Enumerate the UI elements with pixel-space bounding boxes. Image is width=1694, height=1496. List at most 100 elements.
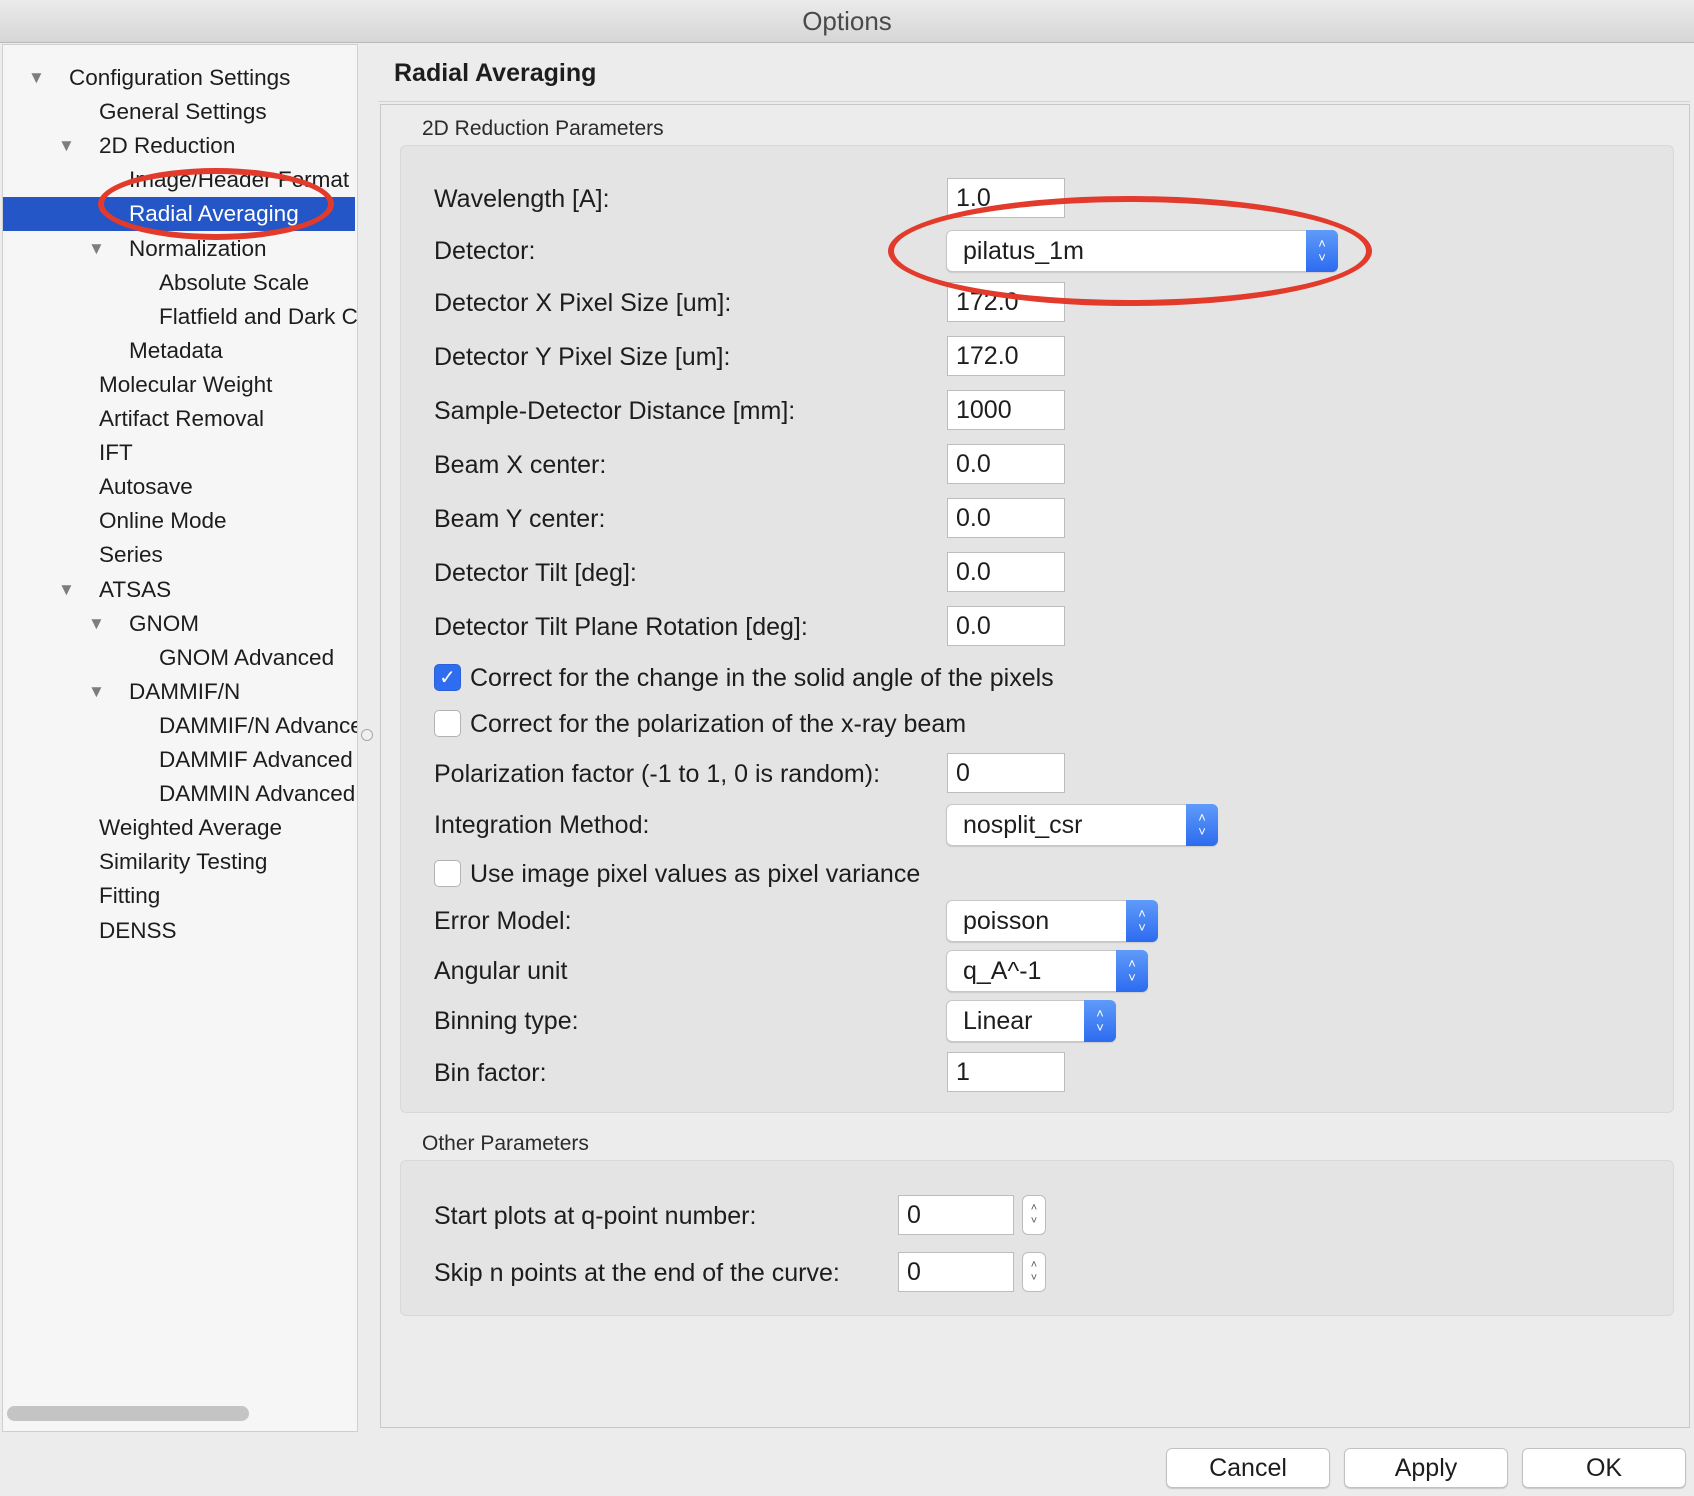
sidebar-item[interactable]: Similarity Testing [3,845,357,879]
annotation-ellipse-sidebar [98,168,334,240]
sidebar-item[interactable]: DAMMIN Advanced [3,777,357,811]
sidebar-item-label: Configuration Settings [69,65,291,90]
sidebar-item-label: Molecular Weight [99,371,273,397]
sidebar-item-label: Weighted Average [99,815,283,841]
binning-type-value: Linear [963,1007,1033,1035]
sidebar-item[interactable]: Artifact Removal [3,402,357,436]
error-model-value: poisson [963,907,1050,935]
integration-value: nosplit_csr [963,811,1083,839]
polarization-checkbox[interactable] [434,710,461,737]
apply-button[interactable]: Apply [1344,1448,1508,1488]
sidebar-item-label: General Settings [99,99,267,125]
sidebar-item-label: Artifact Removal [99,406,265,431]
angular-unit-label: Angular unit [434,957,568,985]
chevron-up-down-icon: ˄ ˅ [1186,804,1218,846]
angular-unit-value: q_A^-1 [963,957,1042,985]
annotation-ellipse-detector [888,196,1372,306]
sidebar-item[interactable]: ▼ GNOM [3,607,357,641]
sidebar-item[interactable]: DAMMIF/N Advanced [3,709,357,743]
bin-factor-input[interactable] [947,1052,1065,1092]
error-model-label: Error Model: [434,907,572,935]
sidebar-item[interactable]: Online Mode [3,504,357,538]
sidebar-item-label: GNOM Advanced [159,644,335,670]
sidebar-item[interactable]: Fitting [3,879,357,913]
reduction-group-title: 2D Reduction Parameters [422,117,664,140]
solid-angle-label[interactable]: Correct for the change in the solid angl… [470,661,1054,695]
distance-label: Sample-Detector Distance [mm]: [434,397,796,425]
chevron-up-down-icon: ˄ ˅ [1084,1000,1116,1042]
sidebar-item-label: DAMMIF Advanced [159,747,353,772]
sidebar-item[interactable]: Molecular Weight [3,368,357,402]
sidebar-item-label: Similarity Testing [99,849,268,875]
sidebar-item-label: IFT [99,440,133,466]
angular-unit-select[interactable]: q_A^-1 ˄ ˅ [946,950,1148,992]
disclosure-triangle-icon[interactable]: ▼ [58,129,75,163]
sidebar-item[interactable]: Metadata [3,334,357,368]
start-q-label: Start plots at q-point number: [434,1202,757,1230]
wavelength-label: Wavelength [A]: [434,185,610,213]
tilt-input[interactable] [947,552,1065,592]
binning-type-select[interactable]: Linear ˄ ˅ [946,1000,1116,1042]
sidebar-item-label: Fitting [99,883,161,909]
chevron-up-down-icon: ˄ ˅ [1126,900,1158,942]
tilt-rotation-input[interactable] [947,606,1065,646]
sidebar-item[interactable]: GNOM Advanced [3,641,357,675]
ok-button[interactable]: OK [1522,1448,1686,1488]
distance-input[interactable] [947,390,1065,430]
beam-y-label: Beam Y center: [434,505,606,533]
solid-angle-checkbox[interactable]: ✓ [434,664,461,691]
sidebar-item[interactable]: Flatfield and Dark C [3,300,357,334]
sidebar-item-label: Metadata [129,337,223,363]
skip-n-label: Skip n points at the end of the curve: [434,1259,840,1287]
disclosure-triangle-icon[interactable]: ▼ [28,61,45,95]
skip-n-stepper[interactable]: ˄ ˅ [1022,1252,1046,1292]
variance-label[interactable]: Use image pixel values as pixel variance [470,857,920,891]
sidebar-item[interactable]: Autosave [3,470,357,504]
sidebar-item[interactable]: DENSS [3,914,357,948]
pol-factor-input[interactable] [947,753,1065,793]
variance-checkbox[interactable] [434,860,461,887]
sidebar-item-label: Online Mode [99,508,227,534]
bin-factor-label: Bin factor: [434,1059,547,1087]
sidebar-item-label: Series [99,542,163,568]
disclosure-triangle-icon[interactable]: ▼ [88,675,105,709]
detector-label: Detector: [434,237,536,265]
checkmark-icon: ✓ [439,667,456,689]
x-pixel-label: Detector X Pixel Size [um]: [434,289,732,317]
disclosure-triangle-icon[interactable]: ▼ [88,232,105,266]
sidebar-item[interactable]: DAMMIF Advanced [3,743,357,777]
start-q-input[interactable] [898,1195,1014,1235]
disclosure-triangle-icon[interactable]: ▼ [58,573,75,607]
sidebar-item[interactable]: Weighted Average [3,811,357,845]
sidebar-item[interactable]: IFT [3,436,357,470]
sidebar-item-label: DAMMIN Advanced [159,781,356,807]
tilt-label: Detector Tilt [deg]: [434,559,637,587]
sidebar-item[interactable]: General Settings [3,95,357,129]
splitter-handle[interactable] [361,729,373,741]
skip-n-input[interactable] [898,1252,1014,1292]
sidebar-item[interactable]: Absolute Scale [3,266,357,300]
start-q-stepper[interactable]: ˄ ˅ [1022,1195,1046,1235]
sidebar-item-label: Autosave [99,474,193,500]
y-pixel-input[interactable] [947,336,1065,376]
error-model-select[interactable]: poisson ˄ ˅ [946,900,1158,942]
chevron-up-down-icon: ˄ ˅ [1116,950,1148,992]
window-title: Options [0,0,1694,43]
disclosure-triangle-icon[interactable]: ▼ [88,607,105,641]
beam-y-input[interactable] [947,498,1065,538]
integration-select[interactable]: nosplit_csr ˄ ˅ [946,804,1218,846]
polarization-label[interactable]: Correct for the polarization of the x-ra… [470,707,966,741]
horizontal-scrollbar[interactable] [7,1406,249,1421]
beam-x-input[interactable] [947,444,1065,484]
sidebar-item[interactable]: ▼ ATSAS [3,573,357,607]
cancel-button[interactable]: Cancel [1166,1448,1330,1488]
sidebar-item-label: DENSS [99,917,177,943]
sidebar-item-label: Flatfield and Dark C [159,303,358,329]
tilt-rotation-label: Detector Tilt Plane Rotation [deg]: [434,613,808,641]
sidebar-item[interactable]: Series [3,538,357,572]
sidebar-item-label: DAMMIF/N Advanced [159,712,358,738]
sidebar-item[interactable]: ▼ 2D Reduction [3,129,357,163]
sidebar-item[interactable]: ▼ DAMMIF/N [3,675,357,709]
sidebar-item[interactable]: ▼ Configuration Settings [3,61,357,95]
sidebar-tree[interactable]: ▼ Configuration Settings General Settings ▼… [2,44,358,1432]
